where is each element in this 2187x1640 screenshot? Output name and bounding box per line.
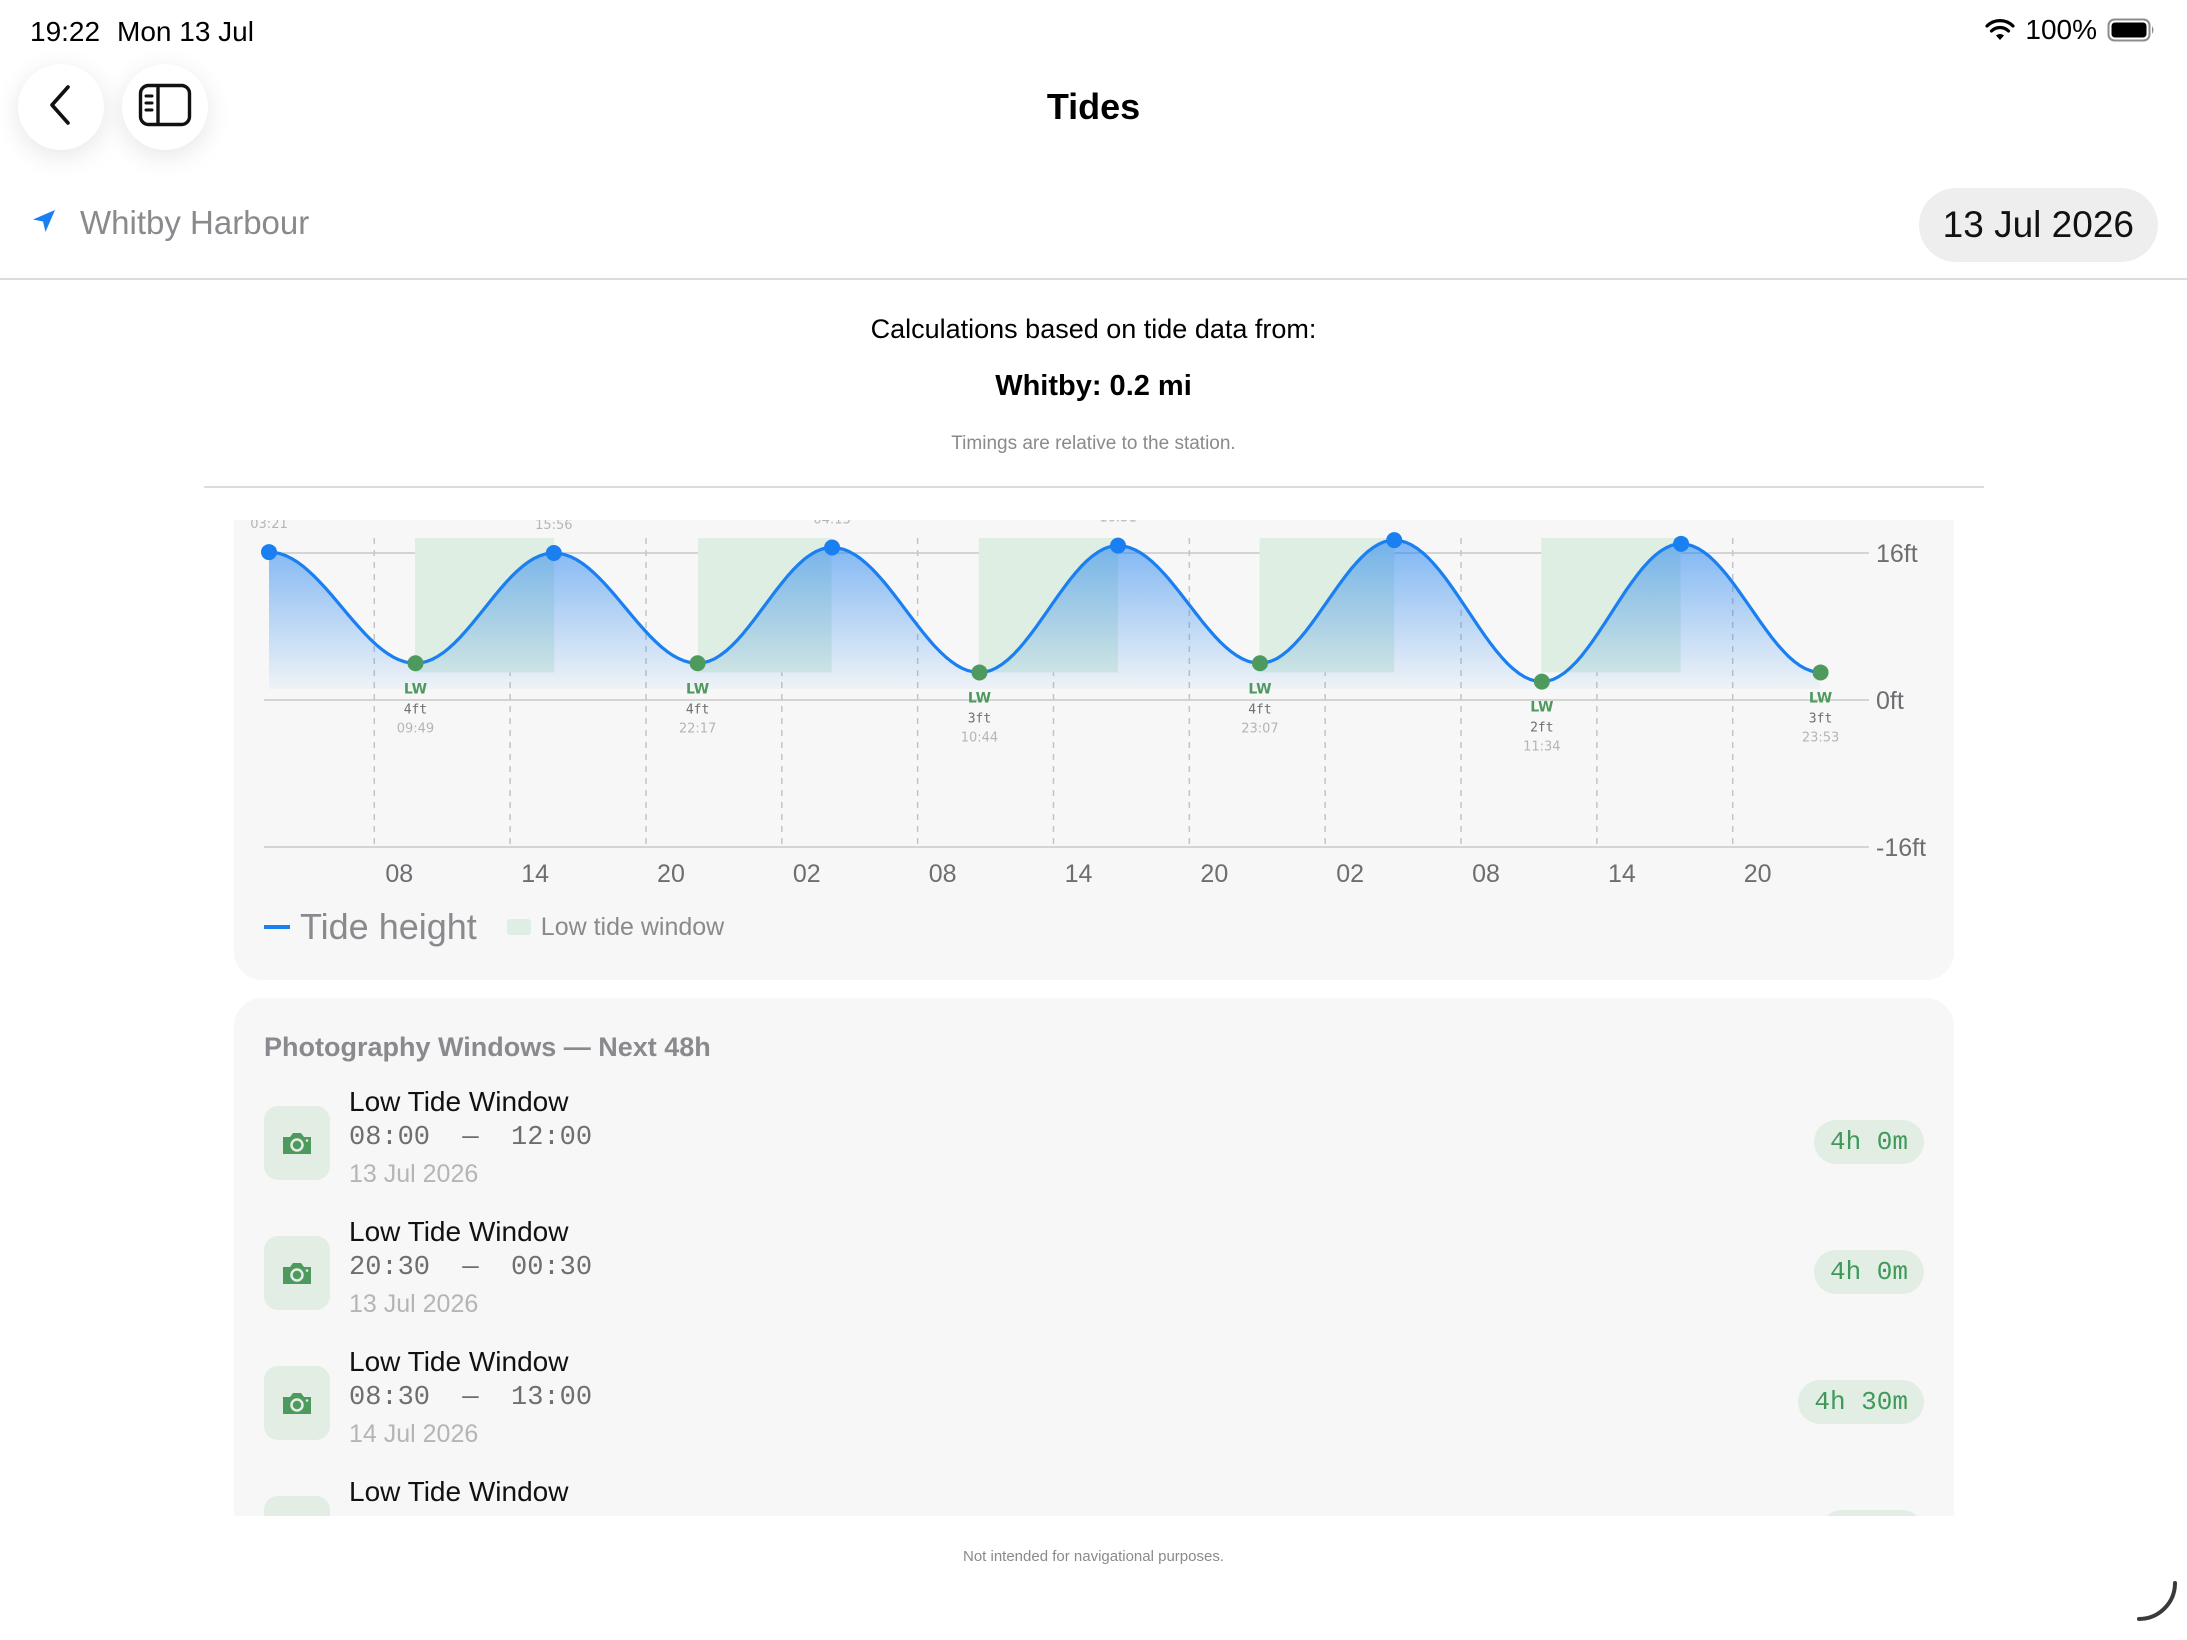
window-list-item[interactable]: Low Tide Window 20:30 — 00:30 13 Jul 202… — [264, 1216, 1924, 1336]
status-time: 19:22 — [30, 16, 101, 47]
divider — [204, 486, 1984, 488]
high-water-time-label: 04:13 — [813, 520, 850, 527]
low-water-point — [689, 655, 706, 672]
location-name: Whitby Harbour — [80, 204, 310, 241]
low-water-time-label: 23:53 — [1802, 730, 1839, 745]
battery-percent: 100% — [2025, 14, 2097, 45]
low-water-height-label: 3ft — [1809, 711, 1832, 726]
window-title: Low Tide Window — [349, 1346, 569, 1377]
resize-handle-icon[interactable] — [2135, 1579, 2179, 1628]
location-arrow-icon — [30, 207, 58, 240]
legend-tide-swatch — [264, 925, 290, 929]
window-duration-badge: 4h 30m — [1798, 1380, 1924, 1424]
window-list-item[interactable]: Low Tide Window — [264, 1476, 1924, 1516]
legend-window-swatch — [506, 919, 531, 935]
window-date: 14 Jul 2026 — [349, 1420, 479, 1448]
location-selector[interactable]: Whitby Harbour — [30, 204, 309, 242]
disclaimer: Not intended for navigational purposes. — [962, 1548, 1224, 1565]
status-bar: 19:22 Mon 13 Jul 100% — [0, 0, 2187, 64]
x-tick-label: 08 — [385, 860, 413, 888]
x-tick-label: 20 — [1200, 860, 1228, 888]
status-date: Mon 13 Jul — [117, 16, 254, 47]
x-tick-label: 08 — [929, 860, 957, 888]
high-water-point — [824, 539, 841, 556]
x-tick-label: 08 — [1472, 860, 1500, 888]
window-date: 13 Jul 2026 — [349, 1290, 479, 1318]
x-tick-label: 14 — [1065, 860, 1093, 888]
y-tick-label: -16ft — [1876, 834, 1926, 862]
low-water-point — [407, 655, 424, 672]
camera-icon — [264, 1106, 330, 1180]
photography-windows-title: Photography Windows — Next 48h — [264, 1032, 711, 1062]
high-water-time-label: 16:51 — [1099, 520, 1136, 526]
window-time-range: 08:00 — 12:00 — [349, 1123, 593, 1153]
camera-icon — [264, 1236, 330, 1310]
high-water-time-label: 15:56 — [535, 520, 572, 533]
high-water-time-label: 03:21 — [250, 520, 287, 532]
low-water-label: LW — [1809, 690, 1832, 706]
low-water-height-label: 2ft — [1530, 721, 1553, 736]
tide-chart[interactable]: 03:21 LW 4ft 09:49 15:56 LW 4ft 22:17 04:13 LW 3ft… — [234, 520, 1954, 900]
window-date: 13 Jul 2026 — [349, 1160, 479, 1188]
low-water-time-label: 09:49 — [397, 721, 434, 736]
high-water-point — [1673, 535, 1690, 552]
camera-icon — [264, 1366, 330, 1440]
high-water-point — [261, 544, 277, 561]
window-duration-badge: 4h 0m — [1813, 1120, 1924, 1164]
page-title: Tides — [1046, 86, 1141, 127]
high-water-point — [1386, 532, 1403, 549]
window-list-item[interactable]: Low Tide Window 08:00 — 12:00 13 Jul 202… — [264, 1086, 1924, 1206]
low-water-time-label: 11:34 — [1523, 740, 1560, 755]
low-water-point — [1533, 673, 1550, 690]
low-water-label: LW — [404, 681, 427, 697]
x-tick-label: 14 — [521, 860, 549, 888]
high-water-point — [1110, 537, 1127, 554]
y-tick-label: 0ft — [1876, 687, 1904, 715]
window-time-range: 08:30 — 13:00 — [349, 1383, 593, 1413]
x-tick-label: 20 — [1744, 860, 1772, 888]
low-water-time-label: 10:44 — [961, 730, 998, 745]
date-picker-button[interactable]: 13 Jul 2026 — [1918, 188, 2158, 262]
status-indicators: 100% — [1985, 14, 2157, 46]
window-duration-badge: 4h 0m — [1813, 1250, 1924, 1294]
x-tick-label: 02 — [793, 860, 821, 888]
window-list-item[interactable]: Low Tide Window 08:30 — 13:00 14 Jul 202… — [264, 1346, 1924, 1466]
tide-chart-card: 03:21 LW 4ft 09:49 15:56 LW 4ft 22:17 04:13 LW 3ft… — [234, 520, 1954, 980]
high-water-time-label: 17:43 — [1662, 520, 1699, 524]
window-duration-badge — [1820, 1510, 1924, 1516]
low-water-height-label: 4ft — [1248, 702, 1271, 717]
high-water-point — [545, 545, 562, 561]
wifi-icon — [1985, 18, 2015, 42]
window-time-range: 20:30 — 00:30 — [349, 1253, 593, 1283]
divider — [0, 278, 2187, 280]
low-water-time-label: 23:07 — [1241, 721, 1278, 736]
window-title: Low Tide Window — [349, 1216, 569, 1247]
legend-tide-height: Tide height — [300, 906, 477, 947]
station-distance: Whitby: 0.2 mi — [995, 370, 1192, 402]
calculation-label: Calculations based on tide data from: — [870, 314, 1317, 344]
timing-note: Timings are relative to the station. — [951, 433, 1236, 454]
low-water-label: LW — [968, 690, 991, 706]
legend-low-tide-window: Low tide window — [540, 912, 725, 941]
x-tick-label: 20 — [657, 860, 685, 888]
x-tick-label: 02 — [1336, 860, 1364, 888]
low-water-label: LW — [1530, 700, 1553, 716]
low-water-point — [1251, 655, 1268, 672]
low-water-height-label: 4ft — [686, 702, 709, 717]
window-title: Low Tide Window — [349, 1476, 569, 1507]
low-water-time-label: 22:17 — [679, 721, 716, 736]
low-water-height-label: 3ft — [968, 711, 991, 726]
low-water-point — [971, 664, 988, 681]
battery-icon — [2107, 17, 2157, 43]
chart-legend: Tide height Low tide window — [264, 906, 724, 948]
x-tick-label: 14 — [1608, 860, 1636, 888]
low-water-label: LW — [1248, 681, 1271, 697]
low-water-height-label: 4ft — [404, 702, 427, 717]
y-tick-label: 16ft — [1876, 540, 1918, 568]
low-water-label: LW — [686, 681, 709, 697]
camera-icon — [264, 1496, 330, 1516]
window-title: Low Tide Window — [349, 1086, 569, 1117]
photography-windows-card: Photography Windows — Next 48h Low Tide … — [234, 998, 1954, 1516]
low-water-point — [1812, 664, 1829, 681]
